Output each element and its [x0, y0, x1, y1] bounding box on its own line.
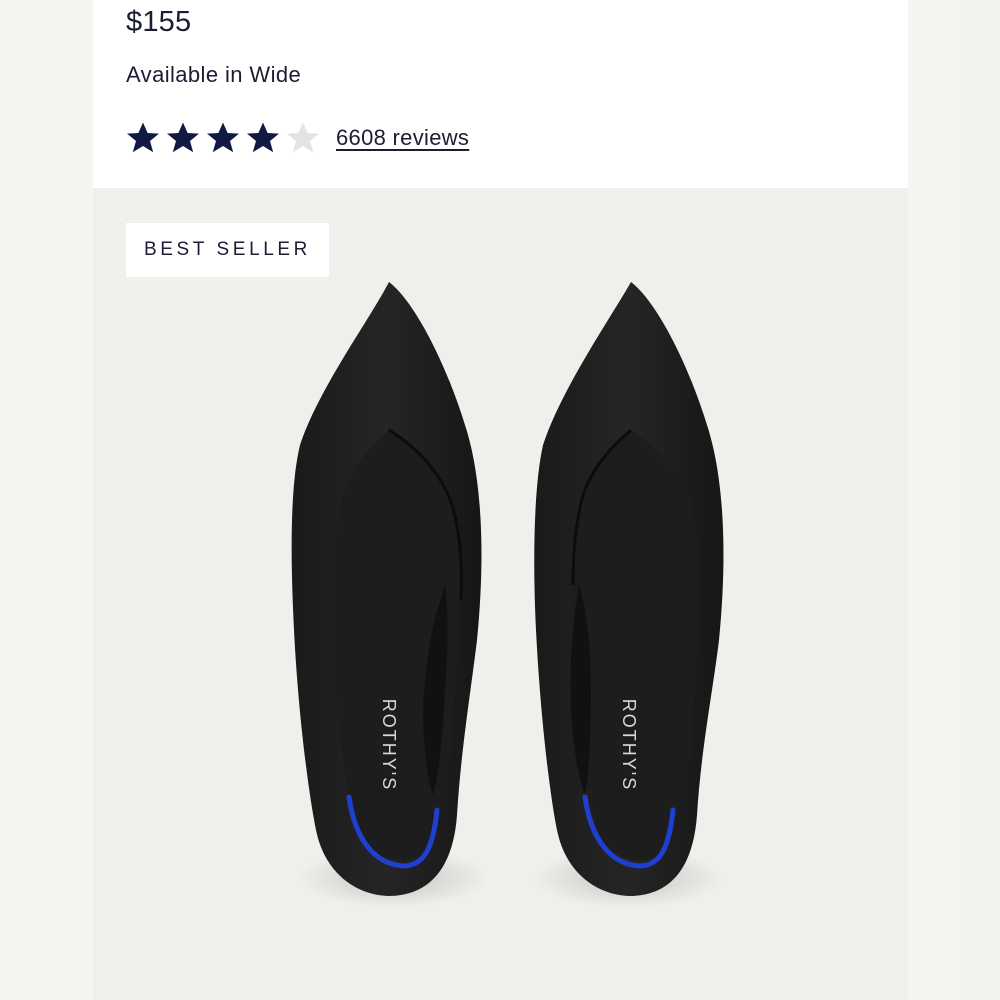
star-filled-icon: [167, 122, 199, 153]
best-seller-badge: BEST SELLER: [126, 223, 329, 277]
star-filled-icon: [247, 122, 279, 153]
insole-logo-left: ROTHY'S: [379, 699, 399, 791]
star-rating: [126, 121, 326, 155]
star-filled-icon: [127, 122, 159, 153]
left-shoe: ROTHY'S: [291, 282, 488, 908]
availability-text: Available in Wide: [126, 62, 302, 87]
star-empty-icon: [287, 122, 319, 153]
insole-logo-right: ROTHY'S: [619, 699, 639, 791]
product-image: ROTHY'S ROTHY'S: [291, 282, 724, 908]
star-filled-icon: [207, 122, 239, 153]
reviews-link[interactable]: 6608 reviews: [336, 125, 469, 151]
product-price: $155: [126, 6, 192, 38]
page-margin-right: [908, 0, 1000, 1000]
right-shoe: ROTHY'S: [533, 282, 724, 908]
product-card: $155 Available in Wide 6608 reviews ROTH…: [93, 0, 908, 1000]
product-info-panel: $155 Available in Wide 6608 reviews: [93, 0, 908, 188]
page-margin-left: [0, 0, 93, 1000]
rating-row: 6608 reviews: [126, 118, 469, 158]
